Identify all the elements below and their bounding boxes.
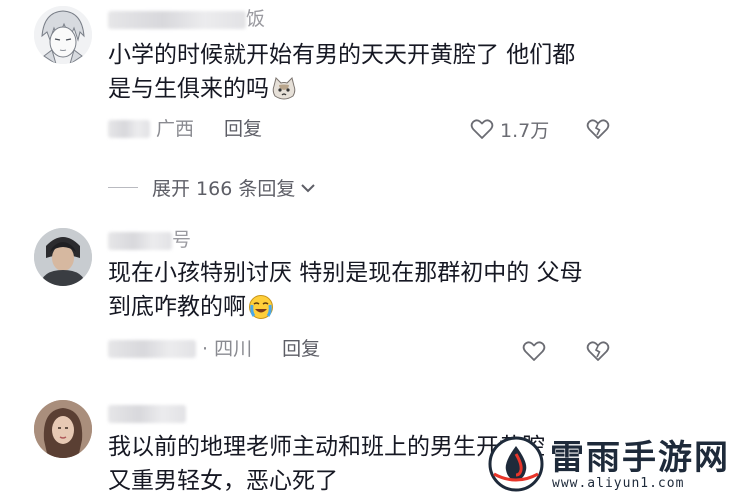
blurred-username bbox=[108, 404, 186, 423]
comment-meta: · 四川 回复 bbox=[108, 336, 320, 362]
reply-button[interactable]: 回复 bbox=[224, 116, 262, 142]
comment-line: 我以前的地理老师主动和班上的男生开黄腔 bbox=[108, 434, 545, 460]
blurred-time bbox=[108, 120, 150, 138]
avatar[interactable] bbox=[34, 400, 92, 458]
blurred-username bbox=[108, 10, 246, 29]
comment-line: 小学的时候就开始有男的天天开黄腔了 他们都 bbox=[108, 42, 576, 68]
comment-thread: 饭 小学的时候就开始有男的天天开黄腔了 他们都 是与生俱来的吗 广西 回复 1.… bbox=[0, 0, 742, 500]
blurred-time bbox=[108, 340, 196, 358]
username-suffix: 饭 bbox=[246, 8, 266, 30]
expand-replies-button[interactable]: 展开 166 条回复 bbox=[108, 174, 317, 201]
dislike-button[interactable] bbox=[586, 340, 610, 366]
comment-line: 到底咋教的啊 bbox=[108, 290, 583, 324]
avatar[interactable] bbox=[34, 6, 92, 64]
comment-text: 我以前的地理老师主动和班上的男生开黄腔 又重男轻女，恶心死了 bbox=[108, 430, 545, 498]
username-suffix: 号 bbox=[172, 229, 192, 251]
username[interactable]: 饭 bbox=[108, 8, 265, 30]
cat-face-emoji bbox=[272, 77, 296, 100]
watermark-title: 雷雨手游网 bbox=[550, 438, 730, 478]
broken-heart-icon bbox=[586, 119, 610, 139]
avatar[interactable] bbox=[34, 228, 92, 286]
username[interactable] bbox=[108, 402, 186, 424]
reply-button[interactable]: 回复 bbox=[282, 336, 320, 362]
comment-line: 现在小孩特别讨厌 特别是现在那群初中的 父母 bbox=[108, 260, 583, 286]
crying-face-emoji bbox=[249, 295, 273, 319]
dislike-button[interactable] bbox=[586, 118, 610, 144]
heart-icon bbox=[470, 119, 494, 139]
divider-line bbox=[108, 187, 138, 188]
comment-text: 小学的时候就开始有男的天天开黄腔了 他们都 是与生俱来的吗 bbox=[108, 38, 575, 106]
like-button[interactable]: 1.7万 bbox=[470, 116, 549, 142]
username[interactable]: 号 bbox=[108, 229, 191, 251]
like-button[interactable] bbox=[522, 338, 552, 364]
raindrop-logo-icon bbox=[488, 436, 544, 492]
location-label: · 四川 bbox=[202, 338, 253, 360]
chevron-down-icon bbox=[301, 183, 316, 192]
broken-heart-icon bbox=[586, 341, 610, 361]
like-count: 1.7万 bbox=[500, 119, 550, 142]
watermark-url: www.aliyun1.com bbox=[552, 476, 685, 491]
location-label: 广西 bbox=[156, 118, 195, 140]
blurred-username bbox=[108, 231, 172, 250]
comment-line: 又重男轻女，恶心死了 bbox=[108, 468, 338, 494]
comment-meta: 广西 回复 bbox=[108, 116, 262, 142]
comment-line: 是与生俱来的吗 bbox=[108, 72, 575, 106]
expand-replies-label: 展开 166 条回复 bbox=[152, 178, 296, 200]
heart-icon bbox=[522, 341, 546, 361]
watermark: 雷雨手游网 www.aliyun1.com bbox=[482, 428, 742, 500]
comment-text: 现在小孩特别讨厌 特别是现在那群初中的 父母 到底咋教的啊 bbox=[108, 256, 583, 324]
